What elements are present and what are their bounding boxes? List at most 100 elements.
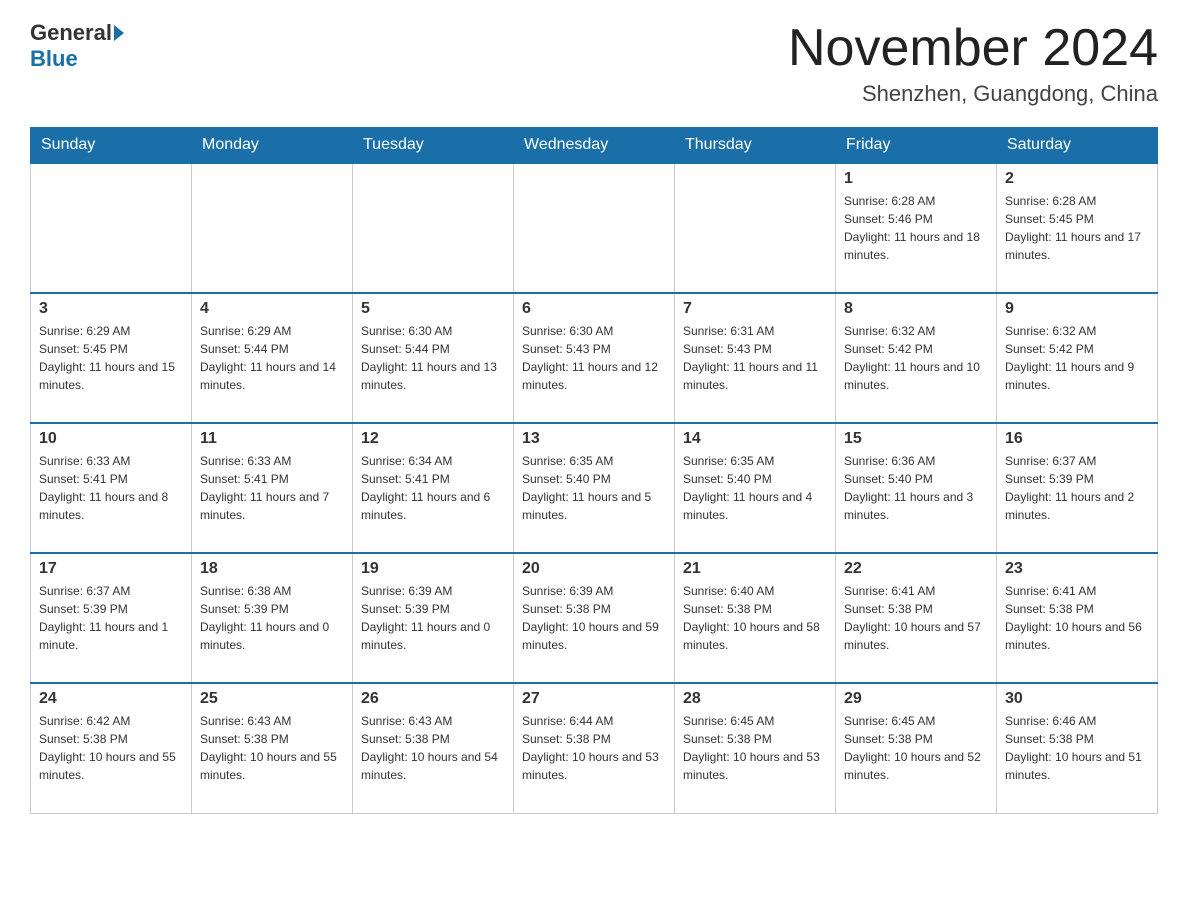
day-info: Sunrise: 6:42 AM Sunset: 5:38 PM Dayligh… [39, 712, 183, 784]
day-number: 6 [522, 300, 666, 318]
day-number: 16 [1005, 430, 1149, 448]
day-number: 22 [844, 560, 988, 578]
day-info: Sunrise: 6:45 AM Sunset: 5:38 PM Dayligh… [683, 712, 827, 784]
day-info: Sunrise: 6:32 AM Sunset: 5:42 PM Dayligh… [844, 322, 988, 394]
day-info: Sunrise: 6:29 AM Sunset: 5:45 PM Dayligh… [39, 322, 183, 394]
day-info: Sunrise: 6:43 AM Sunset: 5:38 PM Dayligh… [361, 712, 505, 784]
day-number: 11 [200, 430, 344, 448]
calendar-cell: 10Sunrise: 6:33 AM Sunset: 5:41 PM Dayli… [31, 423, 192, 553]
day-number: 19 [361, 560, 505, 578]
weekday-header-row: SundayMondayTuesdayWednesdayThursdayFrid… [31, 128, 1158, 164]
calendar-cell [353, 163, 514, 293]
day-number: 29 [844, 690, 988, 708]
calendar-cell: 16 Sunrise: 6:37 AM Sunset: 5:39 PM Dayli… [997, 423, 1158, 553]
day-info: Sunrise: 6:37 AM Sunset: 5:39 PM Dayligh… [1005, 452, 1149, 524]
day-number: 21 [683, 560, 827, 578]
day-number: 8 [844, 300, 988, 318]
logo-arrow-icon [114, 25, 124, 41]
calendar-cell: 1Sunrise: 6:28 AM Sunset: 5:46 PM Daylig… [836, 163, 997, 293]
page-header: General Blue November 2024 Shenzhen, Gua… [30, 20, 1158, 107]
day-info: Sunrise: 6:44 AM Sunset: 5:38 PM Dayligh… [522, 712, 666, 784]
calendar-cell: 18Sunrise: 6:38 AM Sunset: 5:39 PM Dayli… [192, 553, 353, 683]
day-number: 28 [683, 690, 827, 708]
calendar-cell: 22 Sunrise: 6:41 AM Sunset: 5:38 PM Dayli… [836, 553, 997, 683]
day-info: Sunrise: 6:31 AM Sunset: 5:43 PM Dayligh… [683, 322, 827, 394]
day-info: Sunrise: 6:39 AM Sunset: 5:39 PM Dayligh… [361, 582, 505, 654]
day-info: Sunrise: 6:34 AM Sunset: 5:41 PM Dayligh… [361, 452, 505, 524]
day-info: Sunrise: 6:29 AM Sunset: 5:44 PM Dayligh… [200, 322, 344, 394]
calendar-cell: 8 Sunrise: 6:32 AM Sunset: 5:42 PM Daylig… [836, 293, 997, 423]
calendar-week-row: 24 Sunrise: 6:42 AM Sunset: 5:38 PM Dayli… [31, 683, 1158, 813]
weekday-header-friday: Friday [836, 128, 997, 164]
calendar-week-row: 17Sunrise: 6:37 AM Sunset: 5:39 PM Dayli… [31, 553, 1158, 683]
day-number: 30 [1005, 690, 1149, 708]
calendar-table: SundayMondayTuesdayWednesdayThursdayFrid… [30, 127, 1158, 814]
day-number: 15 [844, 430, 988, 448]
day-info: Sunrise: 6:30 AM Sunset: 5:44 PM Dayligh… [361, 322, 505, 394]
calendar-cell: 7 Sunrise: 6:31 AM Sunset: 5:43 PM Daylig… [675, 293, 836, 423]
day-info: Sunrise: 6:35 AM Sunset: 5:40 PM Dayligh… [522, 452, 666, 524]
calendar-cell: 19 Sunrise: 6:39 AM Sunset: 5:39 PM Dayli… [353, 553, 514, 683]
weekday-header-tuesday: Tuesday [353, 128, 514, 164]
calendar-week-row: 1Sunrise: 6:28 AM Sunset: 5:46 PM Daylig… [31, 163, 1158, 293]
location-subtitle: Shenzhen, Guangdong, China [788, 81, 1158, 107]
day-info: Sunrise: 6:41 AM Sunset: 5:38 PM Dayligh… [844, 582, 988, 654]
weekday-header-thursday: Thursday [675, 128, 836, 164]
day-info: Sunrise: 6:28 AM Sunset: 5:45 PM Dayligh… [1005, 192, 1149, 264]
weekday-header-wednesday: Wednesday [514, 128, 675, 164]
day-number: 14 [683, 430, 827, 448]
day-number: 3 [39, 300, 183, 318]
day-number: 25 [200, 690, 344, 708]
calendar-cell: 2 Sunrise: 6:28 AM Sunset: 5:45 PM Daylig… [997, 163, 1158, 293]
calendar-cell: 12 Sunrise: 6:34 AM Sunset: 5:41 PM Dayli… [353, 423, 514, 553]
calendar-cell: 23 Sunrise: 6:41 AM Sunset: 5:38 PM Dayli… [997, 553, 1158, 683]
day-number: 4 [200, 300, 344, 318]
day-number: 1 [844, 170, 988, 188]
title-section: November 2024 Shenzhen, Guangdong, China [788, 20, 1158, 107]
weekday-header-monday: Monday [192, 128, 353, 164]
calendar-cell: 4 Sunrise: 6:29 AM Sunset: 5:44 PM Daylig… [192, 293, 353, 423]
calendar-cell: 5Sunrise: 6:30 AM Sunset: 5:44 PM Daylig… [353, 293, 514, 423]
calendar-cell: 15 Sunrise: 6:36 AM Sunset: 5:40 PM Dayli… [836, 423, 997, 553]
day-info: Sunrise: 6:33 AM Sunset: 5:41 PM Dayligh… [39, 452, 183, 524]
day-info: Sunrise: 6:35 AM Sunset: 5:40 PM Dayligh… [683, 452, 827, 524]
day-number: 23 [1005, 560, 1149, 578]
weekday-header-saturday: Saturday [997, 128, 1158, 164]
calendar-cell: 11Sunrise: 6:33 AM Sunset: 5:41 PM Dayli… [192, 423, 353, 553]
calendar-cell: 28 Sunrise: 6:45 AM Sunset: 5:38 PM Dayli… [675, 683, 836, 813]
day-number: 24 [39, 690, 183, 708]
day-info: Sunrise: 6:30 AM Sunset: 5:43 PM Dayligh… [522, 322, 666, 394]
day-info: Sunrise: 6:32 AM Sunset: 5:42 PM Dayligh… [1005, 322, 1149, 394]
day-number: 20 [522, 560, 666, 578]
calendar-cell [675, 163, 836, 293]
calendar-header: SundayMondayTuesdayWednesdayThursdayFrid… [31, 128, 1158, 164]
calendar-cell [514, 163, 675, 293]
day-number: 26 [361, 690, 505, 708]
day-number: 12 [361, 430, 505, 448]
day-number: 27 [522, 690, 666, 708]
month-title: November 2024 [788, 20, 1158, 77]
calendar-cell: 21 Sunrise: 6:40 AM Sunset: 5:38 PM Dayli… [675, 553, 836, 683]
calendar-cell: 13Sunrise: 6:35 AM Sunset: 5:40 PM Dayli… [514, 423, 675, 553]
calendar-cell: 24 Sunrise: 6:42 AM Sunset: 5:38 PM Dayli… [31, 683, 192, 813]
day-info: Sunrise: 6:38 AM Sunset: 5:39 PM Dayligh… [200, 582, 344, 654]
calendar-cell: 25Sunrise: 6:43 AM Sunset: 5:38 PM Dayli… [192, 683, 353, 813]
day-info: Sunrise: 6:40 AM Sunset: 5:38 PM Dayligh… [683, 582, 827, 654]
logo-blue-text: Blue [30, 46, 78, 71]
day-number: 9 [1005, 300, 1149, 318]
calendar-cell: 14 Sunrise: 6:35 AM Sunset: 5:40 PM Dayli… [675, 423, 836, 553]
day-info: Sunrise: 6:41 AM Sunset: 5:38 PM Dayligh… [1005, 582, 1149, 654]
calendar-cell: 26 Sunrise: 6:43 AM Sunset: 5:38 PM Dayli… [353, 683, 514, 813]
weekday-header-sunday: Sunday [31, 128, 192, 164]
calendar-cell: 6 Sunrise: 6:30 AM Sunset: 5:43 PM Daylig… [514, 293, 675, 423]
day-number: 2 [1005, 170, 1149, 188]
day-number: 7 [683, 300, 827, 318]
calendar-cell: 30Sunrise: 6:46 AM Sunset: 5:38 PM Dayli… [997, 683, 1158, 813]
calendar-week-row: 3 Sunrise: 6:29 AM Sunset: 5:45 PM Daylig… [31, 293, 1158, 423]
day-number: 17 [39, 560, 183, 578]
calendar-body: 1Sunrise: 6:28 AM Sunset: 5:46 PM Daylig… [31, 163, 1158, 813]
day-info: Sunrise: 6:36 AM Sunset: 5:40 PM Dayligh… [844, 452, 988, 524]
calendar-cell: 3 Sunrise: 6:29 AM Sunset: 5:45 PM Daylig… [31, 293, 192, 423]
calendar-cell: 27 Sunrise: 6:44 AM Sunset: 5:38 PM Dayli… [514, 683, 675, 813]
calendar-cell: 20Sunrise: 6:39 AM Sunset: 5:38 PM Dayli… [514, 553, 675, 683]
